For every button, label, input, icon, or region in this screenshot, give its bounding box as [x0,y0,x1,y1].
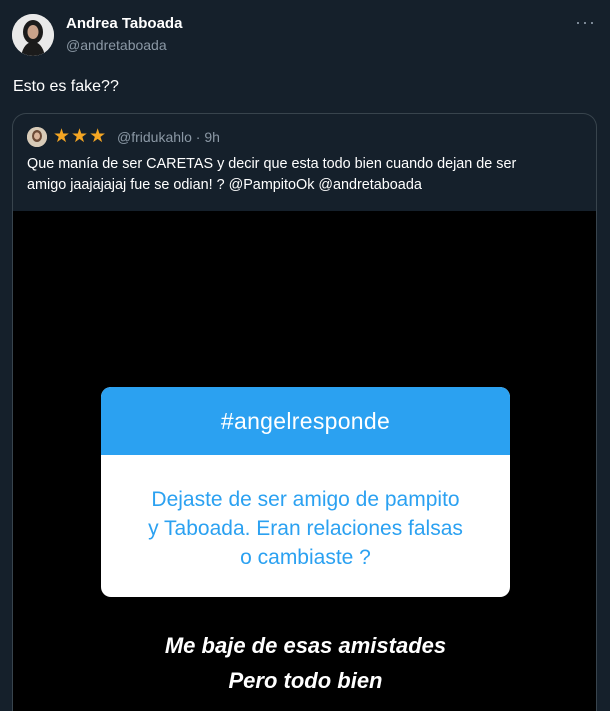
quoted-text-line: Que manía de ser CARETAS y decir que est… [27,156,517,172]
story-tag: #angelresponde [101,387,510,455]
stars-icon: ★★★ [53,126,108,147]
quoted-tweet[interactable]: ★★★ @fridukahlo · 9h Que manía de ser CA… [12,113,597,711]
author-handle[interactable]: @andretaboada [66,37,167,53]
story-answer-line: Me baje de esas amistades [164,633,447,658]
more-icon[interactable]: ··· [575,12,596,33]
quoted-handle-time[interactable]: @fridukahlo · 9h [117,129,220,145]
story-question-card: #angelresponde Dejaste de ser amigo de p… [101,387,510,597]
story-question: Dejaste de ser amigo de pampito y Taboad… [101,455,510,572]
quoted-media[interactable]: #angelresponde Dejaste de ser amigo de p… [13,211,596,711]
story-question-line: y Taboada. Eran relaciones falsas [148,517,463,540]
story-question-line: o cambiaste ? [240,546,371,569]
author-name[interactable]: Andrea Taboada [66,15,182,32]
quoted-text-line: amigo jaajajajaj fue se odian! ? @Pampit… [27,177,422,193]
author-avatar[interactable] [12,14,54,56]
tweet-text: Esto es fake?? [13,78,119,95]
avatar-photo-icon [12,14,54,56]
quoted-avatar[interactable] [27,127,47,147]
tweet[interactable]: Andrea Taboada @andretaboada ··· Esto es… [0,0,610,711]
quoted-text: Que manía de ser CARETAS y decir que est… [27,154,587,196]
quoted-avatar-photo-icon [27,127,47,147]
story-question-line: Dejaste de ser amigo de pampito [151,488,460,511]
story-answer-line: Pero todo bien [228,668,383,693]
